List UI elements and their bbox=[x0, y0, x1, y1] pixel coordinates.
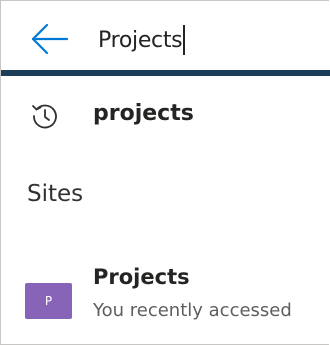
back-arrow-icon[interactable] bbox=[29, 21, 69, 57]
site-tile-initial: P bbox=[44, 294, 53, 308]
search-input-value: Projects bbox=[98, 27, 183, 53]
recent-search-label: projects bbox=[93, 101, 194, 126]
search-panel: Projects projects Sites P Projects You r… bbox=[0, 0, 330, 345]
search-bar: Projects bbox=[1, 1, 330, 73]
site-tile-icon: P bbox=[25, 283, 72, 319]
history-icon bbox=[30, 101, 60, 131]
text-caret bbox=[183, 25, 186, 55]
search-input[interactable]: Projects bbox=[98, 20, 318, 60]
site-title: Projects bbox=[93, 265, 190, 289]
site-subtitle: You recently accessed bbox=[93, 300, 292, 321]
search-accent-bar bbox=[1, 70, 330, 76]
sites-section-heading: Sites bbox=[27, 181, 84, 207]
site-result-item[interactable]: P Projects You recently accessed bbox=[1, 257, 330, 337]
recent-search-item[interactable]: projects bbox=[1, 89, 330, 141]
